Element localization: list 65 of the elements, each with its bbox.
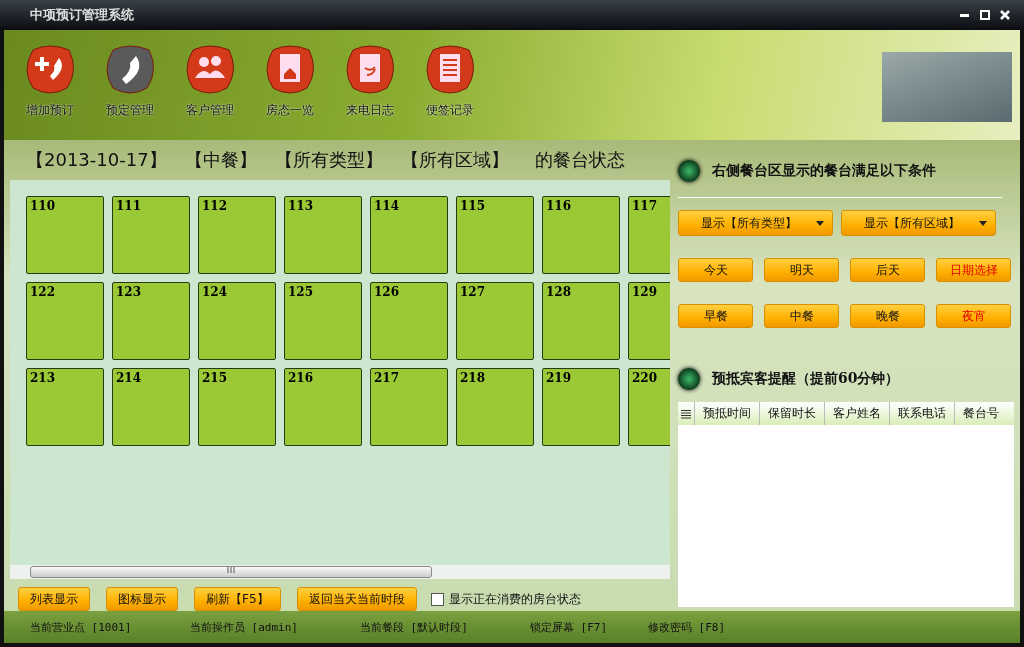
meal-button[interactable]: 晚餐 [850, 304, 925, 328]
day-button[interactable]: 明天 [764, 258, 839, 282]
heading-text: 【2013-10-17】 [26, 147, 167, 172]
table-tile[interactable]: 215 [198, 367, 276, 446]
column-header[interactable]: 客户姓名 [824, 402, 889, 425]
dropdown[interactable]: 显示【所有区域】 [841, 210, 996, 236]
status-item: 修改密码 [F8] [648, 619, 726, 635]
day-button[interactable]: 后天 [850, 258, 925, 282]
meal-button[interactable]: 早餐 [678, 304, 753, 328]
column-header[interactable]: 联系电话 [889, 402, 954, 425]
section-title: 预抵宾客提醒（提前60分钟） [712, 370, 900, 388]
table-tile[interactable]: 125 [284, 281, 362, 360]
heading-text: 【中餐】 [184, 147, 257, 172]
table-tile[interactable]: 128 [542, 281, 620, 360]
column-header[interactable]: 餐台号 [954, 402, 1007, 425]
table-tile[interactable]: 115 [456, 195, 534, 274]
table-tile[interactable]: 217 [370, 367, 448, 446]
heading-text: 的餐台状态 [534, 147, 625, 172]
checkbox-label: 显示正在消费的房台状态 [448, 590, 581, 608]
caret-icon [816, 220, 824, 226]
table-tile[interactable]: 127 [456, 281, 534, 360]
indicator-light-icon [678, 368, 700, 390]
table-tile[interactable]: 123 [112, 281, 190, 360]
action-button[interactable]: 返回当天当前时段 [296, 587, 417, 611]
table-tile[interactable]: 216 [284, 367, 362, 446]
column-header[interactable]: 保留时长 [759, 402, 824, 425]
action-button[interactable]: 列表显示 [18, 587, 90, 611]
checkbox[interactable] [430, 592, 444, 606]
table-tile[interactable]: 114 [370, 195, 448, 274]
heading-text: 【所有区域】 [400, 147, 509, 172]
table-tile[interactable]: 113 [284, 195, 362, 274]
table-tile[interactable]: 218 [456, 367, 534, 446]
window-title: 中项预订管理系统 [30, 6, 134, 24]
horizontal-scrollbar[interactable] [10, 565, 670, 579]
table-tile[interactable]: 117 [628, 195, 670, 274]
table-tile[interactable]: 111 [112, 195, 190, 274]
table-tile[interactable]: 112 [198, 195, 276, 274]
list-icon[interactable] [681, 408, 691, 419]
table-tile[interactable]: 122 [26, 281, 104, 360]
maximize-icon[interactable] [980, 10, 990, 20]
status-item: 当前餐段 [默认时段] [360, 619, 469, 635]
table-tile[interactable]: 116 [542, 195, 620, 274]
status-item: 当前营业点 [1001] [30, 619, 133, 635]
table-tile[interactable]: 129 [628, 281, 670, 360]
action-button[interactable]: 图标显示 [106, 587, 178, 611]
action-button[interactable]: 刷新【F5】 [194, 587, 281, 611]
grip-icon [227, 567, 235, 574]
indicator-light-icon [678, 160, 700, 182]
dropdown[interactable]: 显示【所有类型】 [678, 210, 833, 236]
column-header[interactable]: 预抵时间 [694, 402, 759, 425]
heading-text: 【所有类型】 [274, 147, 383, 172]
table-tile[interactable]: 126 [370, 281, 448, 360]
table-tile[interactable]: 124 [198, 281, 276, 360]
table-tile[interactable]: 220 [628, 367, 670, 446]
table-tile[interactable]: 110 [26, 195, 104, 274]
meal-button[interactable]: 中餐 [764, 304, 839, 328]
table-tile[interactable]: 213 [26, 367, 104, 446]
day-button[interactable]: 今天 [678, 258, 753, 282]
table-tile[interactable]: 219 [542, 367, 620, 446]
table-tile[interactable]: 214 [112, 367, 190, 446]
section-title: 右侧餐台区显示的餐台满足以下条件 [712, 162, 936, 180]
caret-icon [979, 220, 987, 226]
close-icon[interactable] [1000, 10, 1010, 20]
status-item: 当前操作员 [admin] [190, 619, 299, 635]
status-item: 锁定屏幕 [F7] [530, 619, 609, 635]
